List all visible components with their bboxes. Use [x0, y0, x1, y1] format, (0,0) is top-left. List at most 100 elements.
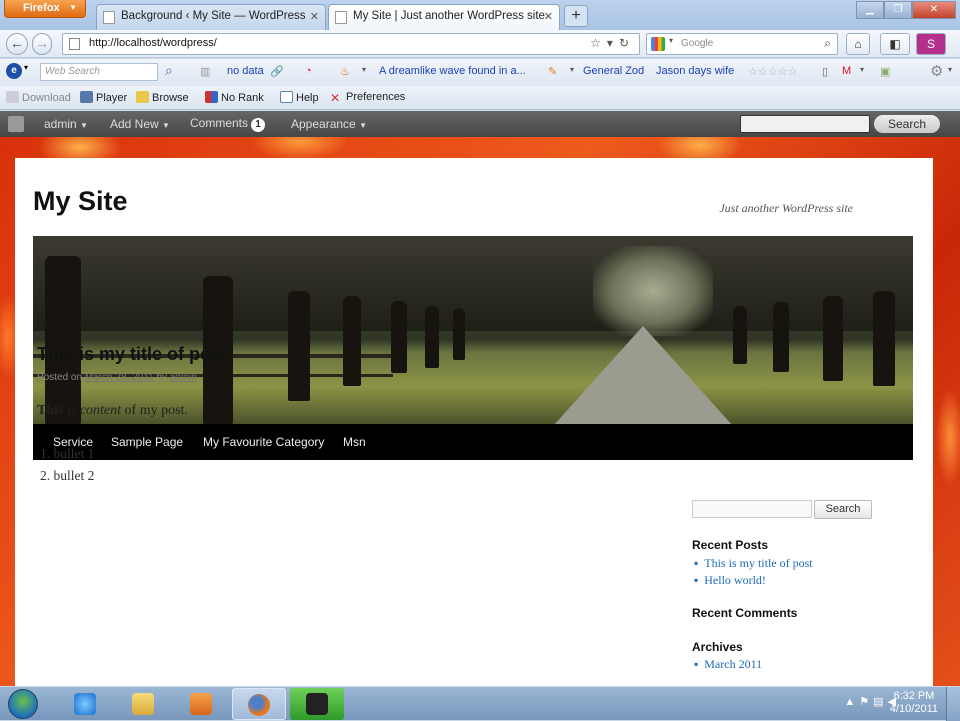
wp-admin-bar: admin ▼ Add New ▼ Comments 1 Appearance ▼… [0, 111, 960, 137]
close-icon[interactable]: ✕ [310, 10, 319, 23]
recent-post-link[interactable]: ▪ Hello world! [694, 573, 766, 588]
no-data-link[interactable]: no data [227, 65, 264, 77]
web-search-input[interactable]: Web Search [40, 63, 158, 81]
chevron-down-icon[interactable]: ▾ [362, 65, 366, 74]
search-engine-dropdown-icon[interactable]: ▾ [669, 36, 673, 45]
bullet: ▪ [694, 573, 699, 587]
taskbar-recorder[interactable] [290, 688, 344, 720]
bullet: ▪ [694, 657, 699, 671]
new-tab-button[interactable]: + [564, 5, 588, 27]
taskbar-media-player[interactable] [174, 688, 228, 720]
recent-post-link[interactable]: ▪ This is my title of post [694, 556, 813, 571]
forward-icon[interactable]: → [32, 33, 52, 55]
network-icon[interactable]: ▤ [873, 696, 887, 708]
browser-titlebar: Firefox ▼ Background ‹ My Site — WordPre… [0, 0, 960, 30]
post-meta: Posted on March 28, 2011 by admin [37, 372, 197, 383]
minimize-icon[interactable]: ▁ [856, 1, 884, 19]
help-button[interactable]: Help [280, 91, 319, 104]
comments-count-badge: 1 [251, 118, 266, 132]
sidebar-search-input[interactable] [692, 500, 812, 518]
chevron-down-icon[interactable]: ▾ [24, 63, 28, 72]
window-close-icon[interactable]: ✕ [912, 1, 956, 19]
bullet: ▪ [694, 556, 699, 570]
header-image[interactable] [33, 236, 913, 424]
site-title[interactable]: My Site [33, 186, 128, 217]
bookmark-star-icon[interactable]: ☆ [590, 36, 607, 50]
close-icon[interactable]: ✕ [544, 10, 553, 23]
show-desktop-button[interactable] [946, 687, 960, 721]
list-marker: 1. [40, 446, 51, 461]
search-icon[interactable]: ⌕ [824, 36, 831, 51]
chevron-down-icon[interactable]: ▾ [948, 65, 952, 74]
gmail-icon[interactable]: M [842, 65, 851, 77]
firefox-menu-button[interactable]: Firefox ▼ [4, 0, 86, 18]
appearance-menu[interactable]: Appearance ▼ [291, 117, 367, 131]
admin-search-input[interactable] [740, 115, 870, 133]
post-author-link[interactable]: admin [170, 372, 197, 383]
reload-icon[interactable]: ↻ [619, 36, 635, 50]
chevron-down-icon[interactable]: ▾ [860, 65, 864, 74]
gear-icon[interactable]: ⚙ [930, 62, 943, 80]
camera-icon [306, 693, 328, 715]
chevron-down-icon: ▼ [80, 121, 88, 130]
google-icon[interactable] [651, 37, 665, 51]
headline-link[interactable]: A dreamlike wave found in a... [379, 65, 526, 77]
tab-background-settings[interactable]: Background ‹ My Site — WordPress ✕ [96, 4, 326, 30]
back-icon[interactable]: ← [6, 33, 28, 55]
download-button[interactable]: Download [6, 91, 71, 104]
chevron-down-icon: ▼ [69, 3, 77, 12]
comments-link[interactable]: Comments 1 [190, 116, 266, 132]
fire-icon[interactable]: ♨ [340, 65, 350, 78]
admin-menu[interactable]: admin ▼ [44, 117, 88, 131]
preferences-button[interactable]: ✕ Preferences [330, 91, 405, 104]
post-content: This is content of my post. [37, 403, 188, 419]
search-icon[interactable]: ⌕ [165, 62, 173, 79]
window-controls: ▁ ❐ ✕ [856, 1, 956, 19]
header-path [553, 326, 733, 424]
menu-item-favourite-category[interactable]: My Favourite Category [203, 435, 324, 449]
add-new-menu[interactable]: Add New ▼ [110, 117, 170, 131]
page-icon[interactable]: ▯ [822, 65, 828, 78]
rank-button[interactable]: No Rank [205, 91, 264, 104]
link-icon[interactable]: 🔗 [270, 65, 284, 78]
photo-icon[interactable]: ▣ [880, 65, 890, 78]
wp-user-icon[interactable] [8, 116, 24, 132]
menu-item-sample-page[interactable]: Sample Page [111, 435, 183, 449]
general-zod-link[interactable]: General Zod [583, 65, 644, 77]
taskbar-firefox[interactable] [232, 688, 286, 720]
chevron-down-icon[interactable]: ▾ [570, 65, 574, 74]
search-bar[interactable]: ▾ Google ⌕ [646, 33, 838, 55]
maximize-icon[interactable]: ❐ [884, 1, 912, 19]
system-clock[interactable]: 6:32 PM 4/10/2011 [890, 690, 938, 716]
tree-trunk [343, 296, 361, 386]
history-dropdown-icon[interactable]: ▾ [607, 36, 619, 50]
start-button[interactable] [8, 689, 38, 719]
taskbar-explorer[interactable] [116, 688, 170, 720]
post-title[interactable]: This is my title of post [37, 344, 227, 365]
firefox-menu-label: Firefox [23, 2, 60, 14]
primary-menu: Service Sample Page My Favourite Categor… [33, 424, 913, 460]
tree-trunk [823, 296, 843, 381]
sidebar-search-button[interactable]: Search [814, 500, 872, 519]
jason-link[interactable]: Jason days wife [656, 65, 734, 77]
rating-stars[interactable]: ☆☆☆☆☆ [748, 65, 797, 78]
admin-search-button[interactable]: Search [874, 115, 940, 133]
alert-icon[interactable]: ✎ [548, 65, 557, 78]
url-bar[interactable]: http://localhost/wordpress/ ☆▾↻ [62, 33, 640, 55]
home-icon[interactable]: ⌂ [846, 33, 870, 55]
screenshot-icon[interactable]: ◧ [880, 33, 910, 55]
archive-link[interactable]: ▪ March 2011 [694, 657, 762, 672]
tray-overflow-icon[interactable]: ▲ [844, 696, 859, 708]
tab-my-site[interactable]: My Site | Just another WordPress site ✕ [328, 4, 560, 30]
post-date-link[interactable]: March 28, 2011 [85, 372, 154, 383]
player-button[interactable]: Player [80, 91, 127, 104]
gauge-icon[interactable]: ◔ [305, 65, 312, 77]
clock-date: 4/10/2011 [889, 703, 938, 715]
header-glow [593, 246, 713, 336]
action-center-icon[interactable]: ⚑ [859, 696, 873, 708]
addon-icon[interactable]: S [916, 33, 946, 55]
menu-item-msn[interactable]: Msn [343, 435, 366, 449]
browse-button[interactable]: Browse [136, 91, 189, 104]
toolbar-logo-icon[interactable]: e [6, 63, 22, 79]
taskbar-ie[interactable] [58, 688, 112, 720]
